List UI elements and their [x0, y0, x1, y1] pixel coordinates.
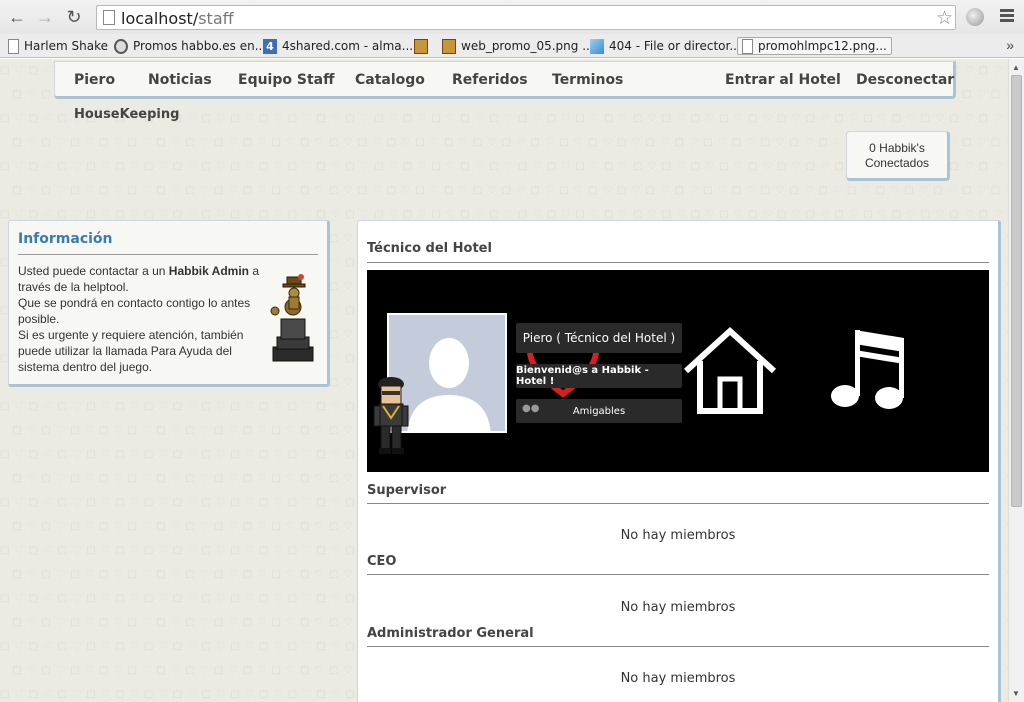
- section-title: CEO: [367, 554, 397, 569]
- online-count: 0 Habbik's: [869, 141, 925, 155]
- nav-noticias[interactable]: Noticias: [148, 72, 212, 88]
- habbo-avatar: [373, 377, 409, 454]
- badge-icon: [114, 38, 128, 54]
- divider: [367, 503, 989, 504]
- menu-icon[interactable]: [1000, 9, 1014, 23]
- bookmark-item[interactable]: Harlem Shake: [8, 37, 108, 55]
- section-title: Supervisor: [367, 483, 447, 498]
- habbo-box-icon: [442, 38, 456, 54]
- bookmark-label: promohlmpc12.png...: [758, 39, 887, 53]
- friends-label: Amigables: [572, 405, 626, 417]
- bookmark-label: 4shared.com - alma...: [282, 39, 414, 53]
- staff-motto: Bienvenid@s a Habbik - Hotel !: [516, 364, 682, 388]
- vertical-scrollbar[interactable]: ▲ ▼: [1008, 59, 1024, 702]
- nav-piero[interactable]: Piero: [74, 72, 115, 88]
- url-text: localhost/staff: [121, 9, 234, 28]
- bookmark-label: 404 - File or director...: [609, 39, 741, 53]
- bookmark-item[interactable]: 404 - File or director...: [590, 37, 741, 55]
- online-label: Conectados: [864, 156, 930, 170]
- bookmark-item[interactable]: Promos habbo.es en...: [114, 37, 266, 55]
- browser-toolbar: ← → ↻ localhost/staff ☆: [0, 0, 1024, 34]
- divider: [367, 262, 989, 263]
- forward-icon[interactable]: →: [34, 6, 56, 28]
- info-title: Información: [18, 231, 113, 247]
- info-text: Usted puede contactar a un Habbik Admin …: [18, 264, 260, 374]
- more-bookmarks-icon[interactable]: »: [1006, 37, 1014, 53]
- nav-catalogo[interactable]: Catalogo: [355, 72, 425, 88]
- scroll-up-icon[interactable]: ▲: [1012, 63, 1020, 72]
- music-icon[interactable]: [829, 322, 909, 414]
- home-icon[interactable]: [682, 325, 778, 415]
- staff-panel: Técnico del Hotel Piero ( Técnico del Ho…: [357, 220, 1001, 702]
- page-icon: [742, 38, 753, 54]
- staff-member-card[interactable]: Piero ( Técnico del Hotel ) Bienvenid@s …: [367, 270, 989, 472]
- reload-icon[interactable]: ↻: [63, 6, 85, 28]
- friends-button[interactable]: ●● Amigables: [516, 399, 682, 423]
- nav-terminos[interactable]: Terminos: [552, 72, 623, 88]
- scroll-thumb[interactable]: [1011, 75, 1022, 507]
- nav-referidos[interactable]: Referidos: [452, 72, 528, 88]
- subnav-housekeeping[interactable]: HouseKeeping: [74, 107, 179, 122]
- divider: [18, 254, 318, 255]
- empty-message: No hay miembros: [620, 600, 736, 615]
- back-icon[interactable]: ←: [6, 6, 28, 28]
- online-users-box: 0 Habbik's Conectados: [846, 131, 950, 181]
- page-icon: [103, 10, 115, 25]
- empty-message: No hay miembros: [620, 528, 736, 543]
- habbo-box-icon: [414, 38, 428, 54]
- bookmark-label: Harlem Shake: [24, 39, 109, 53]
- staff-name: Piero ( Técnico del Hotel ): [516, 323, 682, 353]
- bookmark-item[interactable]: [414, 37, 433, 55]
- bookmark-label: Promos habbo.es en...: [133, 39, 267, 53]
- bookmark-item[interactable]: 4 4shared.com - alma...: [263, 37, 413, 55]
- nav-entrar-hotel[interactable]: Entrar al Hotel: [725, 72, 841, 88]
- iis-icon: [590, 38, 604, 54]
- users-icon: ●●: [522, 403, 540, 414]
- 4shared-icon: 4: [263, 38, 277, 54]
- bookmark-item[interactable]: web_promo_05.png ...: [442, 37, 594, 55]
- extension-icon[interactable]: [966, 8, 984, 26]
- address-bar[interactable]: localhost/staff ☆: [96, 5, 956, 30]
- section-title: Técnico del Hotel: [367, 241, 492, 256]
- bookmark-star-icon[interactable]: ☆: [936, 7, 953, 30]
- nav-desconectar[interactable]: Desconectar: [856, 72, 954, 88]
- scroll-down-icon[interactable]: ▼: [1012, 689, 1020, 698]
- nav-equipo-staff[interactable]: Equipo Staff: [238, 72, 334, 88]
- bookmarks-bar: Harlem Shake Promos habbo.es en... 4 4sh…: [0, 34, 1024, 58]
- empty-message: No hay miembros: [620, 671, 736, 686]
- trophy-icon: [270, 274, 314, 362]
- divider: [367, 574, 989, 575]
- divider: [367, 646, 989, 647]
- info-panel: Información Usted puede contactar a un H…: [8, 220, 330, 387]
- bookmark-item[interactable]: promohlmpc12.png...: [737, 37, 892, 55]
- page-content: □ ♡ □ ♡ □ ♡ □ ♡ □ ♡ □ ♡ □ ♡ □ ♡ □ ♡ □ ♡ …: [0, 59, 1008, 702]
- top-navigation: Piero Noticias Equipo Staff Catalogo Ref…: [54, 61, 956, 99]
- section-title: Administrador General: [367, 626, 534, 641]
- page-icon: [8, 38, 19, 54]
- bookmark-label: web_promo_05.png ...: [461, 39, 594, 53]
